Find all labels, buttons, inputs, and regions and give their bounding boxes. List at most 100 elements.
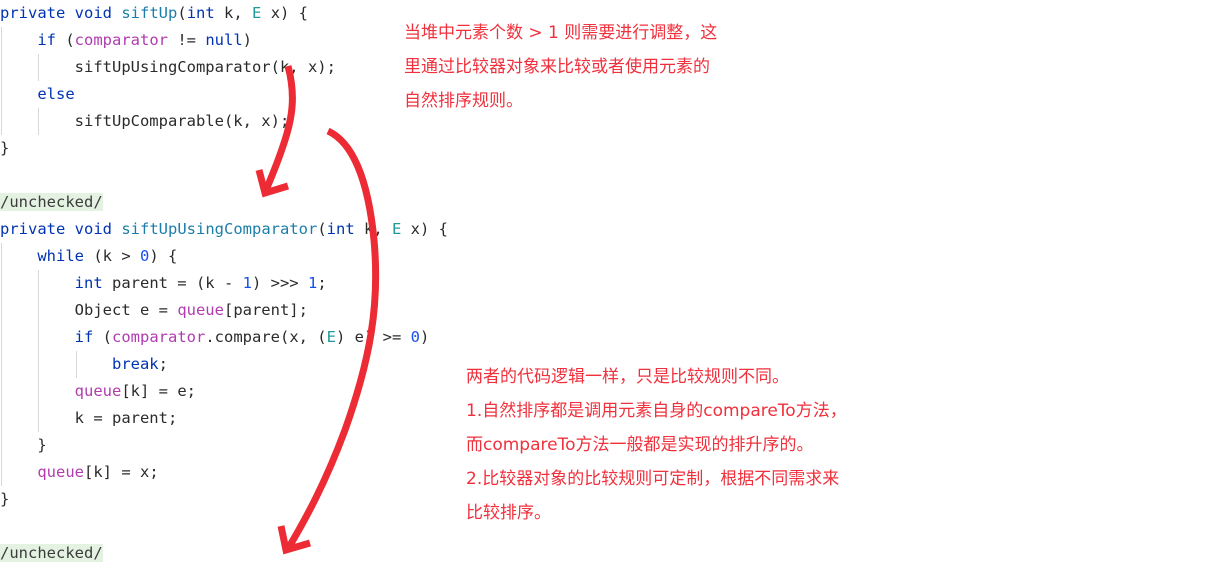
code-token: null [205, 31, 243, 49]
code-token: queue [177, 301, 224, 319]
indent-guide [38, 378, 40, 405]
indent-guide [1, 405, 2, 432]
code-token: while [37, 247, 84, 265]
code-token: k, [214, 4, 253, 22]
code-line[interactable]: Object e = queue[parent]; [0, 297, 620, 324]
code-token: else [37, 85, 75, 103]
indent-guide [38, 270, 40, 297]
annotation-bottom-note-line: 比较排序。 [466, 503, 551, 523]
indent-guide [38, 351, 40, 378]
code-token: siftUpComparable [74, 112, 224, 130]
code-token: comparator [112, 328, 206, 346]
code-token: if [74, 328, 94, 346]
indent-guide [1, 432, 2, 459]
code-line[interactable]: /unchecked/ [0, 540, 620, 567]
code-line[interactable]: private void siftUpUsingComparator(int k… [0, 216, 620, 243]
indent-guide [1, 243, 2, 270]
code-token: private [0, 4, 66, 22]
code-line[interactable]: if (comparator.compare(x, (E) e) >= 0) [0, 324, 620, 351]
code-token: E [326, 328, 336, 346]
indent-guide [1, 324, 2, 351]
code-token: [k] = e; [121, 382, 196, 400]
code-token: E [252, 4, 262, 22]
code-token: k = parent; [74, 409, 178, 427]
indent-guide [1, 54, 2, 81]
code-token: ) e) >= [336, 328, 411, 346]
code-token: E [391, 220, 402, 238]
indent-guide [1, 81, 2, 108]
code-token: .compare(x, ( [205, 328, 327, 346]
code-token: int [326, 220, 355, 238]
indent-guide [75, 351, 77, 378]
code-token: [parent]; [223, 301, 308, 319]
indent-guide [38, 405, 40, 432]
indent-guide [1, 351, 2, 378]
code-token: 1 [242, 274, 252, 292]
code-line[interactable]: while (k > 0) { [0, 243, 620, 270]
code-token: queue [74, 382, 122, 400]
annotation-top-note: 当堆中元素个数 > 1 则需要进行调整，这 里通过比较器对象来比较或者使用元素的自… [404, 16, 717, 118]
annotation-bottom-note-line: 而compareTo方法一般都是实现的排升序的。 [466, 435, 814, 455]
annotation-bottom-note-line: 1.自然排序都是调用元素自身的compareTo方法， [466, 401, 847, 421]
indent-guide [1, 459, 2, 486]
code-line[interactable] [0, 162, 620, 189]
indent-guide [38, 108, 40, 135]
code-token: ; [158, 355, 168, 373]
annotation-bottom-note: 两者的代码逻辑一样，只是比较规则不同。 1.自然排序都是调用元素自身的compar… [466, 360, 847, 530]
code-token: comparator [74, 31, 168, 49]
code-token: x) { [401, 220, 448, 238]
annotation-top-note-line: 当堆中元素个数 > 1 则需要进行调整，这 [404, 23, 718, 43]
annotation-top-note-line: 里通过比较器对象来比较或者使用元素的 [404, 57, 710, 77]
screenshot-root: private void siftUp(int k, E x) { if (co… [0, 0, 1209, 562]
code-token: != [168, 31, 206, 49]
code-token: int [186, 4, 215, 22]
code-token: int [74, 274, 103, 292]
code-token: (k, x); [223, 112, 290, 130]
code-token: ) [242, 31, 252, 49]
indent-guide [38, 324, 40, 351]
code-token: ) >>> [251, 274, 308, 292]
code-token: siftUp [121, 4, 178, 22]
code-token: Object e = [74, 301, 178, 319]
indent-guide [1, 378, 2, 405]
code-token: k, [354, 220, 392, 238]
code-line[interactable]: int parent = (k - 1) >>> 1; [0, 270, 620, 297]
code-token: private [0, 220, 66, 238]
code-token: 1 [307, 274, 318, 292]
code-token: /unchecked/ [0, 193, 103, 211]
code-token: /unchecked/ [0, 544, 103, 562]
code-token: (k, x); [270, 58, 336, 76]
code-token: ( [56, 31, 75, 49]
code-token: x) { [261, 4, 309, 22]
code-token: void [74, 220, 112, 238]
code-token: siftUpUsingComparator [121, 220, 318, 238]
code-token: parent = (k - [102, 274, 243, 292]
code-token: } [37, 436, 47, 454]
indent-guide [38, 54, 40, 81]
indent-guide [1, 108, 2, 135]
indent-guide [38, 297, 40, 324]
code-line[interactable]: /unchecked/ [0, 189, 620, 216]
code-token: 0 [410, 328, 420, 346]
code-line[interactable]: } [0, 135, 620, 162]
code-token: ; [317, 274, 327, 292]
code-token: queue [37, 463, 84, 481]
code-token: (k > [84, 247, 140, 265]
code-token: ( [317, 220, 327, 238]
indent-guide [1, 27, 2, 54]
code-token: [k] = x; [84, 463, 159, 481]
code-token: } [0, 490, 10, 508]
code-token: 0 [140, 247, 150, 265]
code-token: siftUpUsingComparator [74, 58, 271, 76]
code-token: ) { [149, 247, 178, 265]
